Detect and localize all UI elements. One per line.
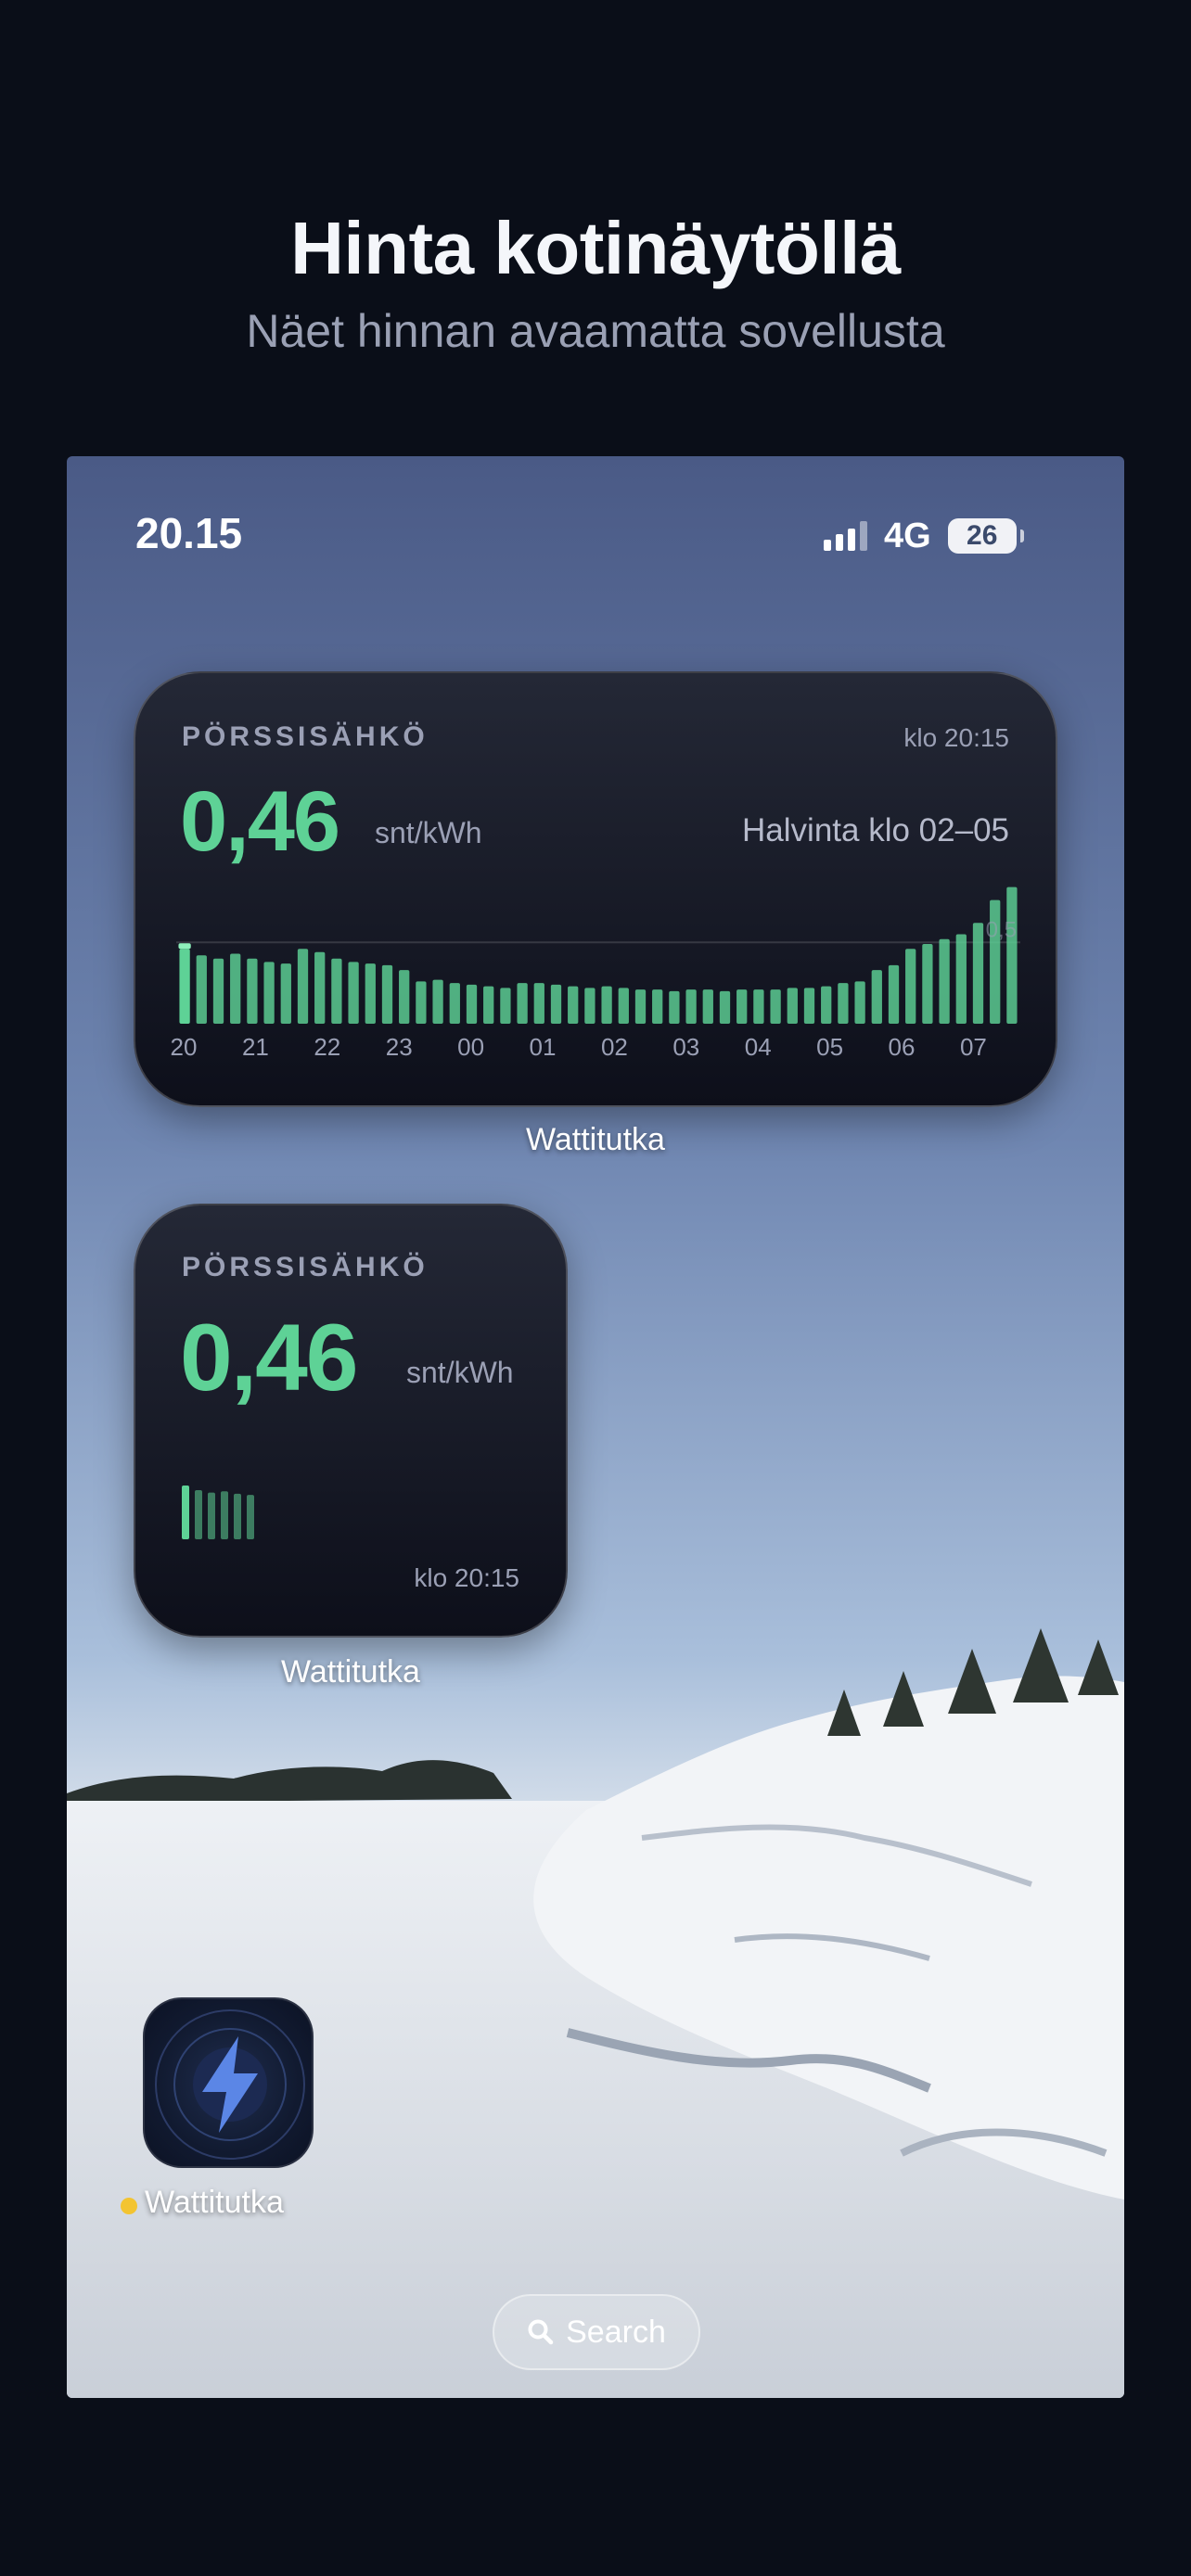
x-tick-label: 21 — [242, 1033, 269, 1061]
hero-title: Hinta kotinäytöllä — [290, 207, 901, 289]
price-bar — [247, 958, 258, 1024]
price-bar — [449, 983, 460, 1024]
price-bar — [179, 949, 190, 1024]
battery-level: 26 — [967, 520, 998, 551]
price-bar — [838, 983, 849, 1024]
price-bar — [348, 962, 359, 1024]
signal-icon — [824, 521, 867, 551]
mini-bar — [221, 1491, 228, 1539]
price-bar — [922, 944, 933, 1024]
price-bar — [500, 988, 511, 1024]
network-type: 4G — [884, 516, 931, 555]
widget-time: klo 20:15 — [414, 1563, 519, 1592]
price-bar — [568, 986, 579, 1024]
price-bar — [212, 958, 224, 1024]
price-bar — [618, 988, 629, 1024]
cheapest-hours: Halvinta klo 02–05 — [742, 812, 1009, 848]
price-bar — [821, 986, 832, 1024]
price-bar — [736, 989, 748, 1024]
price-bar — [652, 989, 663, 1024]
status-time: 20.15 — [135, 509, 243, 557]
price-bar — [280, 963, 291, 1024]
price-bar — [972, 923, 984, 1024]
current-hour-marker — [178, 943, 191, 950]
price-bar — [888, 964, 900, 1024]
price-bar — [517, 983, 528, 1024]
mini-bar — [208, 1492, 215, 1539]
price-bar — [483, 986, 494, 1024]
new-install-dot — [121, 2198, 137, 2214]
price-bar — [381, 964, 393, 1024]
widget-app-name: Wattitutka — [526, 1122, 665, 1157]
price-bar — [702, 989, 713, 1024]
price-bar — [939, 938, 950, 1024]
price-bar — [803, 988, 815, 1024]
app-icon-wattitutka[interactable] — [143, 1997, 314, 2168]
x-tick-label: 05 — [816, 1033, 843, 1061]
x-tick-label: 06 — [889, 1033, 916, 1061]
price-bar — [432, 979, 443, 1024]
price-bar — [230, 953, 241, 1024]
price-bar — [871, 970, 882, 1024]
search-label: Search — [566, 2314, 666, 2350]
current-price: 0,46 — [180, 774, 340, 869]
x-tick-label: 03 — [672, 1033, 699, 1061]
price-chart: 0,5 20 21 22 23 00 01 02 03 04 05 06 07 — [171, 886, 1020, 1061]
small-price-widget[interactable]: PÖRSSISÄHKÖ 0,46 snt/kWh klo 20:15 — [134, 1204, 568, 1638]
price-bar — [365, 963, 376, 1024]
mini-bar — [195, 1490, 202, 1539]
price-bar — [533, 983, 544, 1024]
price-bar — [1006, 886, 1018, 1024]
price-bar — [399, 970, 410, 1024]
price-bar — [770, 989, 781, 1024]
x-tick-label: 01 — [530, 1033, 557, 1061]
price-unit: snt/kWh — [406, 1356, 514, 1389]
mini-bar — [234, 1493, 241, 1539]
widget-label: PÖRSSISÄHKÖ — [182, 1252, 429, 1282]
mini-bar — [182, 1486, 189, 1539]
mini-bar — [247, 1495, 254, 1539]
price-bar — [753, 989, 764, 1024]
x-tick-label: 23 — [386, 1033, 413, 1061]
price-bar — [416, 981, 427, 1024]
price-bar — [196, 955, 207, 1024]
x-tick-label: 22 — [314, 1033, 340, 1061]
search-button[interactable]: Search — [493, 2294, 700, 2370]
price-bar — [331, 958, 342, 1024]
price-bar — [955, 934, 967, 1024]
x-tick-label: 00 — [457, 1033, 484, 1061]
price-bar — [719, 990, 731, 1024]
status-indicators: 4G 26 — [824, 516, 1024, 556]
widget-label: PÖRSSISÄHKÖ — [182, 721, 429, 752]
x-tick-label: 02 — [601, 1033, 628, 1061]
reference-label: 0,5 — [986, 917, 1017, 942]
price-bar — [634, 989, 647, 1024]
price-bar — [854, 981, 865, 1024]
hero-subtitle: Näet hinnan avaamatta sovellusta — [246, 305, 945, 357]
search-icon — [528, 2319, 554, 2345]
current-price: 0,46 — [180, 1305, 359, 1410]
price-bar — [314, 951, 326, 1024]
price-bar — [550, 984, 562, 1024]
widget-time: klo 20:15 — [903, 723, 1009, 752]
price-bar — [685, 989, 697, 1024]
price-unit: snt/kWh — [375, 816, 482, 849]
price-bar — [905, 949, 916, 1024]
price-bar — [297, 949, 309, 1024]
widget-app-name: Wattitutka — [281, 1654, 420, 1690]
price-bar — [787, 988, 798, 1024]
x-tick-label: 07 — [960, 1033, 987, 1061]
lightning-bolt-icon — [155, 2009, 305, 2160]
app-icon-label: Wattitutka — [145, 2185, 284, 2220]
mini-price-bars — [182, 1486, 254, 1539]
price-bar — [669, 990, 680, 1024]
price-bar — [466, 984, 478, 1024]
x-tick-label: 04 — [745, 1033, 772, 1061]
large-price-widget[interactable]: PÖRSSISÄHKÖ klo 20:15 0,46 snt/kWh Halvi… — [134, 671, 1057, 1107]
price-bar — [601, 986, 612, 1024]
battery-icon: 26 — [947, 518, 1024, 554]
x-tick-label: 20 — [171, 1033, 198, 1061]
price-bar — [263, 962, 275, 1024]
price-bar — [584, 988, 596, 1024]
